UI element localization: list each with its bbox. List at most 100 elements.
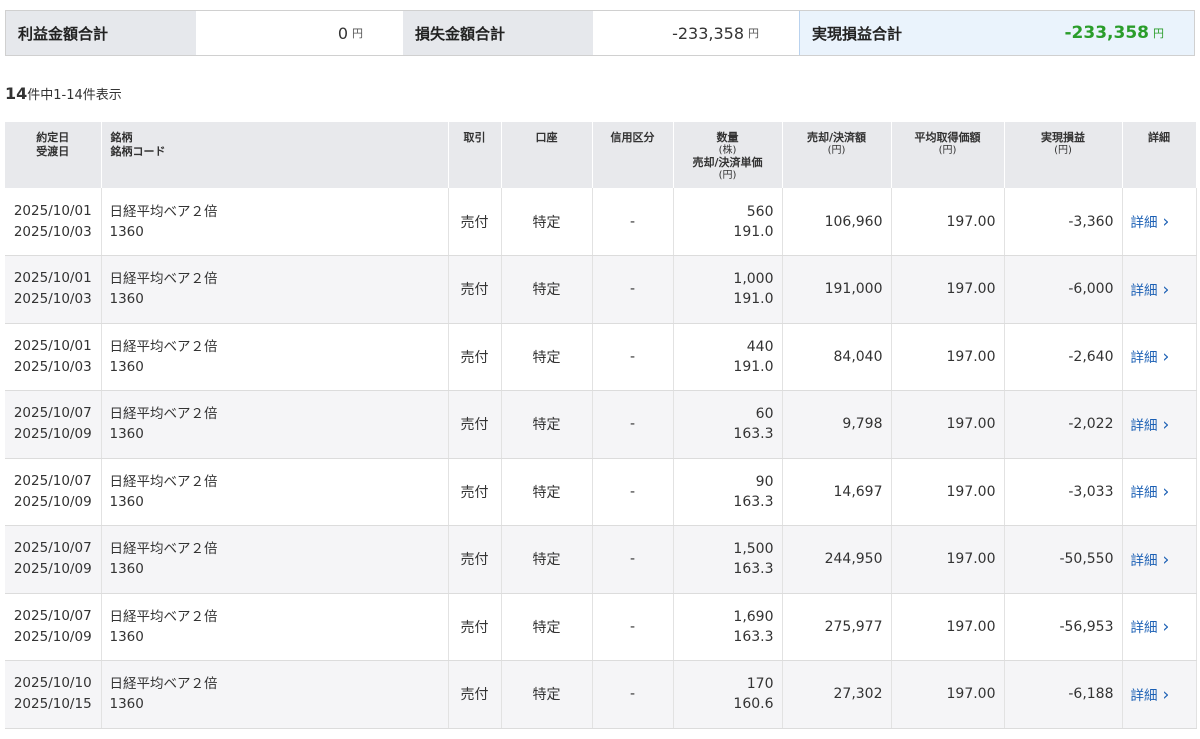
chevron-right-icon: › <box>1162 684 1170 705</box>
table-row: 2025/10/10 2025/10/15 日経平均ベア２倍 1360 売付 特定 … <box>5 660 1197 729</box>
stock-name: 日経平均ベア２倍 <box>109 676 218 693</box>
result-range-text: 件中1-14件表示 <box>27 88 122 103</box>
col-header-trade[interactable]: 取引 <box>448 122 502 188</box>
quantity-cell: 1,000 191.0 <box>673 255 783 324</box>
unit-price: 163.3 <box>733 493 774 510</box>
stock-cell: 日経平均ベア２倍 1360 <box>101 458 449 526</box>
avg-cost: 197.00 <box>891 525 1005 594</box>
detail-link[interactable]: 詳細 › <box>1131 550 1170 570</box>
unit-price: 163.3 <box>733 561 774 578</box>
col-header-detail: 詳細 <box>1122 122 1197 188</box>
header-amount: 売却/決済額 <box>806 131 867 144</box>
account-type: 特定 <box>501 323 593 391</box>
settle-date: 2025/10/09 <box>13 561 92 578</box>
quantity-cell: 90 163.3 <box>673 458 783 526</box>
avg-cost: 197.00 <box>891 323 1005 391</box>
col-header-margin[interactable]: 信用区分 <box>592 122 674 188</box>
trade-date: 2025/10/01 <box>13 202 92 219</box>
realized-pnl: -56,953 <box>1004 593 1123 661</box>
date-cell: 2025/10/01 2025/10/03 <box>5 323 102 391</box>
detail-label: 詳細 <box>1130 485 1158 502</box>
date-cell: 2025/10/07 2025/10/09 <box>5 458 102 526</box>
trade-type: 売付 <box>448 323 502 391</box>
realized-pnl: -6,000 <box>1004 255 1123 324</box>
account-type: 特定 <box>501 255 593 324</box>
col-header-dates[interactable]: 約定日 受渡日 <box>5 122 102 188</box>
realized-pnl: -50,550 <box>1004 525 1123 594</box>
stock-name: 日経平均ベア２倍 <box>109 406 218 423</box>
header-unit-price-unit: (円) <box>718 170 737 181</box>
account-type: 特定 <box>501 458 593 526</box>
stock-code: 1360 <box>109 696 144 713</box>
realized-pnl: -3,033 <box>1004 458 1123 526</box>
account-type: 特定 <box>501 188 593 256</box>
quantity-cell: 60 163.3 <box>673 390 783 459</box>
header-trade-date: 約定日 <box>36 131 70 144</box>
result-total: 14 <box>5 84 28 103</box>
header-avg-cost: 平均取得価額 <box>914 131 981 144</box>
col-header-account[interactable]: 口座 <box>501 122 593 188</box>
profit-total-label: 利益金額合計 <box>6 11 196 55</box>
realized-pnl: -6,188 <box>1004 660 1123 729</box>
detail-cell: 詳細 › <box>1122 390 1197 459</box>
table-body: 2025/10/01 2025/10/03 日経平均ベア２倍 1360 売付 特定 … <box>5 188 1197 729</box>
table-header-row: 約定日 受渡日 銘柄 銘柄コード 取引 口座 信用区分 数量 (株) 売却/決済… <box>5 122 1197 188</box>
detail-cell: 詳細 › <box>1122 188 1197 256</box>
loss-total-amount: -233,358 <box>672 23 744 43</box>
stock-code: 1360 <box>109 223 144 240</box>
detail-link[interactable]: 詳細 › <box>1130 414 1170 435</box>
col-header-pnl[interactable]: 実現損益 (円) <box>1004 122 1123 188</box>
stock-code: 1360 <box>109 628 144 645</box>
date-cell: 2025/10/07 2025/10/09 <box>5 390 102 459</box>
col-header-stock[interactable]: 銘柄 銘柄コード <box>101 122 449 188</box>
realized-pnl-table: 約定日 受渡日 銘柄 銘柄コード 取引 口座 信用区分 数量 (株) 売却/決済… <box>5 122 1197 729</box>
stock-name: 日経平均ベア２倍 <box>109 473 218 490</box>
col-header-quantity[interactable]: 数量 (株) 売却/決済単価 (円) <box>673 122 783 188</box>
margin-type: - <box>592 525 674 594</box>
quantity: 440 <box>746 338 774 355</box>
sell-amount: 84,040 <box>782 323 892 391</box>
stock-code: 1360 <box>109 561 144 578</box>
result-count: 14件中1-14件表示 <box>5 84 122 103</box>
margin-type: - <box>592 458 674 526</box>
settle-date: 2025/10/03 <box>13 291 92 308</box>
detail-link[interactable]: 詳細 › <box>1130 482 1170 502</box>
date-cell: 2025/10/07 2025/10/09 <box>5 593 102 661</box>
quantity-cell: 1,690 163.3 <box>673 593 783 661</box>
quantity: 60 <box>755 406 774 423</box>
detail-cell: 詳細 › <box>1122 525 1197 594</box>
detail-cell: 詳細 › <box>1122 458 1197 526</box>
avg-cost: 197.00 <box>891 188 1005 256</box>
quantity-cell: 1,500 163.3 <box>673 525 783 594</box>
sell-amount: 14,697 <box>782 458 892 526</box>
margin-type: - <box>592 188 674 256</box>
sell-amount: 106,960 <box>782 188 892 256</box>
detail-link[interactable]: 詳細 › <box>1131 617 1170 637</box>
realized-pnl: -3,360 <box>1004 188 1123 256</box>
quantity-cell: 560 191.0 <box>673 188 783 256</box>
detail-link[interactable]: 詳細 › <box>1131 280 1170 300</box>
settle-date: 2025/10/09 <box>13 628 92 645</box>
unit-price: 191.0 <box>733 223 774 240</box>
header-stock-code: 銘柄コード <box>110 145 166 158</box>
stock-code: 1360 <box>109 291 144 308</box>
header-quantity: 数量 <box>716 131 739 144</box>
col-header-avg-cost[interactable]: 平均取得価額 (円) <box>891 122 1005 188</box>
loss-total-label: 損失金額合計 <box>403 11 593 55</box>
stock-cell: 日経平均ベア２倍 1360 <box>101 660 449 729</box>
trade-date: 2025/10/07 <box>13 540 92 557</box>
realized-pnl: -2,022 <box>1004 390 1123 459</box>
chevron-right-icon: › <box>1162 414 1170 435</box>
detail-link[interactable]: 詳細 › <box>1131 212 1170 232</box>
col-header-amount[interactable]: 売却/決済額 (円) <box>782 122 892 188</box>
realized-total-value: -233,358 円 <box>989 11 1194 55</box>
detail-link[interactable]: 詳細 › <box>1131 347 1170 367</box>
profit-total-amount: 0 <box>337 23 348 43</box>
detail-cell: 詳細 › <box>1122 593 1197 661</box>
unit-price: 191.0 <box>733 358 774 375</box>
detail-label: 詳細 <box>1130 417 1158 434</box>
stock-name: 日経平均ベア２倍 <box>109 271 218 288</box>
trade-type: 売付 <box>448 390 502 459</box>
quantity-cell: 440 191.0 <box>673 323 783 391</box>
detail-link[interactable]: 詳細 › <box>1131 684 1170 705</box>
